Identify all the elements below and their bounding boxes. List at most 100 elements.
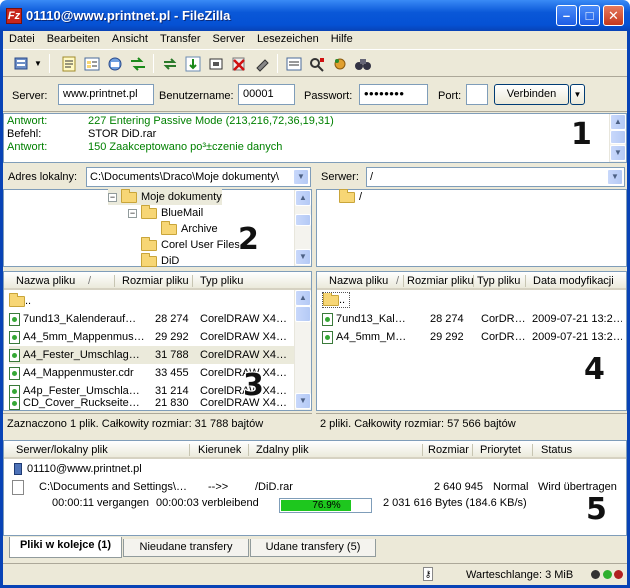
menu-hilfe[interactable]: Hilfe — [325, 31, 359, 49]
process-queue-icon[interactable] — [182, 53, 204, 74]
tree-item[interactable]: − Moje dokumenty — [108, 188, 222, 205]
menu-transfer[interactable]: Transfer — [154, 31, 207, 49]
scroll-thumb[interactable] — [295, 306, 311, 322]
queue-file-row[interactable]: C:\Documents and Settings\… -->> /DiD.ra… — [12, 479, 622, 496]
col-header-size[interactable]: Rozmiar pliku — [407, 275, 473, 287]
tree-item[interactable]: Archive — [161, 220, 218, 237]
refresh-icon[interactable] — [159, 53, 181, 74]
local-list-scrollbar[interactable]: ▲ ▼ — [294, 290, 311, 410]
col-header-modified[interactable]: Data modyfikacji — [533, 275, 625, 287]
local-tree-icon[interactable] — [81, 53, 103, 74]
table-row[interactable]: .. — [322, 292, 622, 310]
chevron-down-icon[interactable]: ▼ — [293, 169, 309, 185]
tree-item[interactable]: / — [339, 188, 362, 205]
table-row[interactable]: A4_5mm_M… 29 292 CorDR… 2009-07-21 13:2… — [322, 328, 622, 346]
scroll-up-icon[interactable]: ▲ — [295, 290, 311, 306]
table-row[interactable]: 7und13_Kal… 28 274 CorDR… 2009-07-21 13:2… — [322, 310, 622, 328]
password-input[interactable]: •••••••• — [359, 84, 428, 105]
scroll-up-icon[interactable]: ▲ — [295, 190, 311, 206]
site-manager-icon[interactable] — [11, 53, 33, 74]
collapse-icon[interactable]: − — [108, 192, 117, 202]
col-header-size[interactable]: Rozmiar pliku — [122, 275, 189, 287]
queue-remote-file: /DiD.rar — [255, 481, 293, 493]
collapse-icon[interactable]: − — [128, 208, 137, 218]
col-header-type[interactable]: Typ pliku — [477, 275, 523, 287]
tree-item[interactable]: − BlueMail — [128, 204, 203, 221]
transfer-queue[interactable]: Serwer/lokalny plik Kierunek Zdalny plik… — [3, 440, 627, 536]
sort-indicator: / — [396, 275, 400, 287]
menu-ansicht[interactable]: Ansicht — [106, 31, 154, 49]
minimize-button[interactable]: – — [556, 5, 577, 26]
tree-item[interactable]: Corel User Files — [141, 236, 240, 253]
col-header-remote[interactable]: Zdalny plik — [256, 444, 309, 456]
tree-item-label: DiD — [161, 255, 180, 267]
table-row-selected[interactable]: A4_Fester_Umschlag… 31 788 CorelDRAW X4… — [9, 346, 294, 364]
col-header-direction[interactable]: Kierunek — [198, 444, 241, 456]
cdr-file-icon — [9, 312, 20, 326]
username-label: Benutzername: — [159, 90, 234, 102]
file-type: CorDR… — [481, 313, 526, 325]
dropdown-arrow-icon[interactable]: ▼ — [33, 53, 43, 74]
col-header-status[interactable]: Status — [541, 444, 572, 456]
disconnect-icon[interactable] — [228, 53, 250, 74]
local-dir-tree[interactable]: − Moje dokumenty − BlueMail Archive Corel … — [3, 188, 312, 267]
connect-dropdown-button[interactable]: ▼ — [570, 84, 585, 105]
file-name: A4_Fester_Umschlag… — [23, 349, 140, 361]
col-header-priority[interactable]: Priorytet — [480, 444, 521, 456]
log-scrollbar[interactable]: ▲ ▼ — [609, 114, 626, 162]
col-header-filename[interactable]: Nazwa pliku — [329, 275, 388, 287]
sync-browse-icon[interactable] — [329, 53, 351, 74]
file-icon — [12, 480, 24, 495]
tab-failed-transfers[interactable]: Nieudane transfery — [123, 539, 249, 557]
connect-button[interactable]: Verbinden — [494, 84, 569, 105]
col-header-size[interactable]: Rozmiar — [428, 444, 469, 456]
tab-successful-transfers[interactable]: Udane transfery (5) — [250, 539, 376, 557]
reconnect-icon[interactable] — [251, 53, 273, 74]
search-icon[interactable] — [352, 53, 374, 74]
server-input[interactable]: www.printnet.pl — [58, 84, 154, 105]
menu-datei[interactable]: Datei — [3, 31, 41, 49]
folder-icon — [141, 253, 157, 267]
title-bar[interactable]: Fz 01110@www.printnet.pl - FileZilla – □… — [0, 0, 630, 31]
table-row[interactable]: .. — [9, 292, 294, 310]
table-row[interactable]: A4_5mm_Mappenmus… 29 292 CorelDRAW X4… — [9, 328, 294, 346]
local-address-input[interactable]: C:\Documents\Draco\Moje dokumenty\ ▼ — [86, 167, 311, 187]
scroll-down-icon[interactable]: ▼ — [295, 393, 311, 409]
maximize-button[interactable]: □ — [579, 5, 600, 26]
message-log[interactable]: Antwort: 227 Entering Passive Mode (213,… — [3, 113, 627, 163]
transfer-queue-icon[interactable] — [127, 53, 149, 74]
menu-bearbeiten[interactable]: Bearbeiten — [41, 31, 106, 49]
local-tree-scrollbar[interactable]: ▲ ▼ — [294, 190, 311, 266]
filter-icon[interactable] — [283, 53, 305, 74]
tab-queued-files[interactable]: Pliki w kolejce (1) — [9, 537, 122, 558]
scroll-up-icon[interactable]: ▲ — [610, 114, 626, 130]
remote-tree-icon[interactable] — [104, 53, 126, 74]
remote-file-list[interactable]: Nazwa pliku / Rozmiar pliku Typ pliku Da… — [316, 271, 627, 411]
local-file-list[interactable]: Nazwa pliku / Rozmiar pliku Typ pliku ..… — [3, 271, 312, 411]
table-row[interactable]: 7und13_Kalenderauf… 28 274 CorelDRAW X4… — [9, 310, 294, 328]
message-log-icon[interactable] — [58, 53, 80, 74]
remote-address-input[interactable]: / ▼ — [366, 167, 625, 187]
col-header-filename[interactable]: Nazwa pliku — [16, 275, 75, 287]
cancel-icon[interactable] — [205, 53, 227, 74]
menu-server[interactable]: Server — [207, 31, 251, 49]
log-key: Befehl: — [7, 128, 42, 140]
scroll-thumb[interactable] — [610, 130, 626, 144]
scroll-down-icon[interactable]: ▼ — [295, 249, 311, 265]
menu-lesezeichen[interactable]: Lesezeichen — [251, 31, 325, 49]
file-name: A4_Mappenmuster.cdr — [23, 367, 134, 379]
remote-dir-tree[interactable]: / — [316, 188, 627, 267]
username-input[interactable]: 00001 — [238, 84, 295, 105]
queue-server-row[interactable]: 01110@www.printnet.pl — [14, 461, 142, 478]
col-header-type[interactable]: Typ pliku — [200, 275, 243, 287]
col-header-server-local[interactable]: Serwer/lokalny plik — [16, 444, 108, 456]
chevron-down-icon[interactable]: ▼ — [607, 169, 623, 185]
password-label: Passwort: — [304, 90, 353, 102]
file-size: 31 788 — [155, 349, 189, 361]
close-button[interactable]: ✕ — [603, 5, 624, 26]
tree-item[interactable]: DiD — [141, 253, 179, 267]
scroll-thumb[interactable] — [295, 214, 311, 226]
port-input[interactable] — [466, 84, 488, 105]
scroll-down-icon[interactable]: ▼ — [610, 145, 626, 161]
compare-icon[interactable] — [306, 53, 328, 74]
